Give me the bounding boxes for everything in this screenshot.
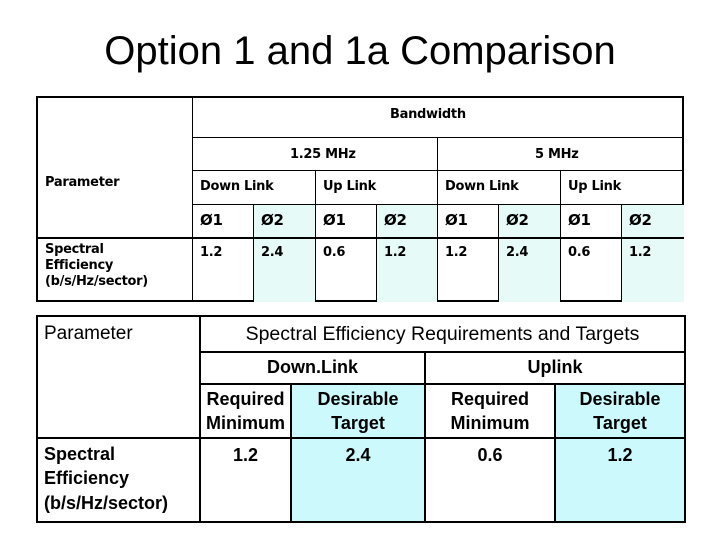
header-line: Target [593, 413, 647, 433]
grid-line [199, 351, 684, 353]
grid-line [192, 137, 684, 138]
phase-header: Ø1 [200, 211, 223, 229]
value-cell: 1.2 [607, 445, 633, 465]
phase-header: Ø2 [384, 211, 407, 229]
header-line: Required [450, 389, 529, 409]
header-line: Minimum [450, 413, 530, 433]
bandwidth-header: Bandwidth [390, 107, 466, 122]
link-header: Down Link [445, 179, 519, 194]
required-minimum-header: Required Minimum [201, 387, 290, 435]
value-cell: 1.2 [445, 245, 468, 260]
uplink-header: Uplink [527, 357, 583, 377]
downlink-header: Down.Link [267, 357, 358, 377]
phase-header: Ø2 [506, 211, 529, 229]
phase-header: Ø1 [445, 211, 468, 229]
band-header-1-25mhz: 1.25 MHz [290, 147, 356, 162]
header-line: Desirable [579, 389, 661, 409]
parameter-header: Parameter [45, 175, 120, 190]
grid-line [199, 383, 684, 385]
phase-header: Ø2 [629, 211, 652, 229]
row-label-line: Spectral [44, 444, 116, 464]
grid-line [192, 98, 193, 302]
link-header: Up Link [568, 179, 621, 194]
grid-line [38, 437, 684, 439]
band-header-5mhz: 5 MHz [535, 147, 579, 162]
value-cell: 2.4 [261, 245, 284, 260]
row-label: Spectral Efficiency (b/s/Hz/sector) [38, 239, 192, 290]
row-label-line: Efficiency [44, 468, 130, 488]
header-line: Required [206, 389, 285, 409]
parameter-header: Parameter [44, 323, 133, 344]
value-cell: 1.2 [629, 245, 652, 260]
row-label-line: Spectral [45, 242, 104, 257]
header-line: Desirable [317, 389, 399, 409]
row-label: Spectral Efficiency (b/s/Hz/sector) [44, 442, 199, 515]
slide-title: Option 1 and 1a Comparison [104, 29, 616, 73]
value-cell: 0.6 [568, 245, 591, 260]
header-line: Target [331, 413, 385, 433]
row-label-line: (b/s/Hz/sector) [45, 274, 148, 289]
option1a-table: Parameter Spectral Efficiency Requiremen… [36, 315, 686, 523]
phase-header: Ø1 [568, 211, 591, 229]
link-header: Up Link [323, 179, 376, 194]
row-label-line: Efficiency [45, 258, 114, 273]
grid-line [192, 170, 684, 171]
option1-table: Parameter Bandwidth 1.25 MHz 5 MHz Down … [36, 96, 684, 302]
value-cell: 1.2 [200, 245, 223, 260]
value-cell: 2.4 [345, 445, 371, 465]
value-cell: 2.4 [506, 245, 529, 260]
value-cell: 1.2 [384, 245, 407, 260]
desirable-target-header: Desirable Target [556, 387, 684, 435]
grid-line [192, 204, 684, 205]
desirable-target-header: Desirable Target [292, 387, 424, 435]
value-cell: 0.6 [477, 445, 503, 465]
phase-header: Ø1 [323, 211, 346, 229]
required-minimum-header: Required Minimum [426, 387, 554, 435]
header-line: Minimum [206, 413, 285, 433]
phase-header: Ø2 [261, 211, 284, 229]
link-header: Down Link [200, 179, 274, 194]
group-header: Spectral Efficiency Requirements and Tar… [245, 323, 640, 345]
value-cell: 1.2 [232, 445, 259, 465]
row-label-line: (b/s/Hz/sector) [44, 493, 169, 513]
value-cell: 0.6 [323, 245, 346, 260]
